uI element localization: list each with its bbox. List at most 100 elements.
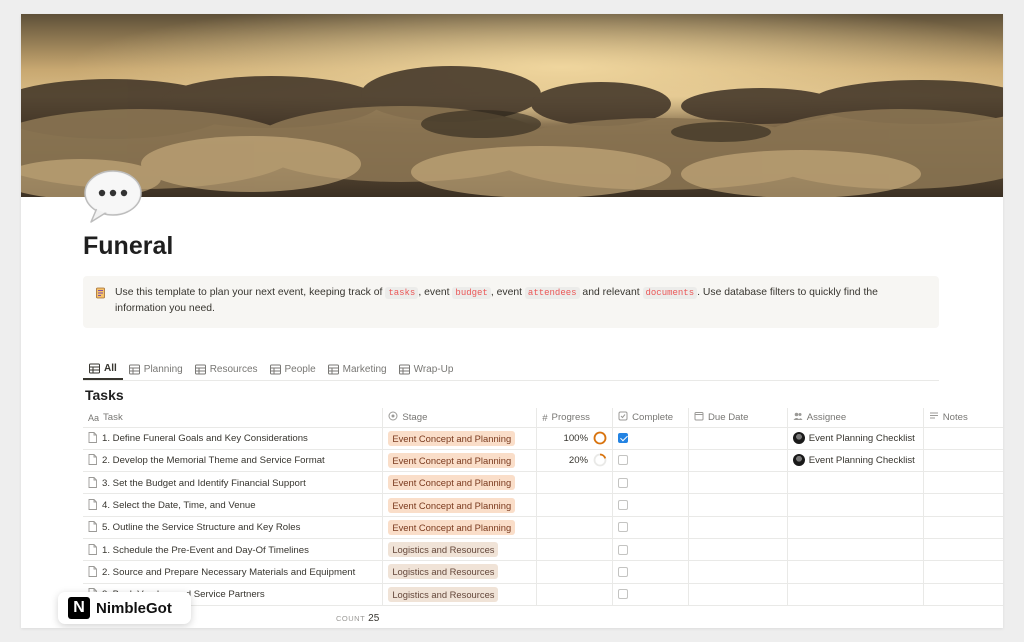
column-header-stage[interactable]: Stage [382,408,538,428]
column-header-task[interactable]: Aa Task [83,408,384,428]
column-header-complete[interactable]: Complete [612,408,689,428]
cell-assignee[interactable]: Event Planning Checklist [787,449,924,473]
page-facing-up-icon [95,287,107,299]
inline-code-attendees: attendees [524,287,580,299]
cell-task[interactable]: 1. Define Funeral Goals and Key Consider… [83,427,384,450]
cell-progress[interactable] [536,471,614,495]
cell-stage[interactable]: Event Concept and Planning [382,516,538,539]
complete-checkbox[interactable] [618,500,629,510]
tab-people[interactable]: People [264,358,322,380]
column-header-assignee[interactable]: Assignee [787,408,924,428]
inline-code-documents: documents [642,287,698,299]
cell-task[interactable]: 2. Develop the Memorial Theme and Servic… [83,449,384,473]
tab-marketing[interactable]: Marketing [322,358,393,380]
table-row[interactable]: 3. Book Vendors and Service Partners Log… [83,583,1003,606]
table-row[interactable]: 3. Set the Budget and Identify Financial… [83,471,1003,495]
cell-stage[interactable]: Event Concept and Planning [382,427,538,450]
table-icon [194,364,206,374]
assignee-name: Event Planning Checklist [808,454,915,466]
cell-assignee[interactable] [787,560,924,584]
cell-due-date[interactable] [688,516,788,539]
cell-due-date[interactable] [688,583,788,606]
table-row[interactable]: 1. Define Funeral Goals and Key Consider… [83,427,1003,450]
avatar [792,432,805,445]
tab-resources[interactable]: Resources [189,358,264,380]
progress-value: 100% [563,432,589,444]
number-icon: # [542,412,548,424]
cell-due-date[interactable] [688,493,788,517]
table-row[interactable]: 4. Select the Date, Time, and Venue Even… [83,493,1003,517]
complete-checkbox[interactable] [618,477,629,488]
callout-block[interactable]: Use this template to plan your next even… [83,276,939,328]
cell-progress[interactable] [536,516,614,539]
cell-progress[interactable]: 20% [536,449,614,473]
cell-due-date[interactable] [688,538,788,562]
cell-progress[interactable] [536,583,614,606]
cell-due-date[interactable] [688,427,788,450]
cell-assignee[interactable] [787,583,924,606]
cell-notes[interactable] [923,449,1003,473]
cell-task[interactable]: 2. Source and Prepare Necessary Material… [83,560,384,584]
cell-progress[interactable] [536,538,614,562]
assignee-name: Event Planning Checklist [808,432,915,444]
cell-assignee[interactable] [787,471,924,495]
column-header-notes[interactable]: Notes [923,408,1003,428]
cell-stage[interactable]: Event Concept and Planning [382,471,538,495]
cell-task[interactable]: 1. Schedule the Pre-Event and Day-Of Tim… [83,538,384,562]
cell-task[interactable]: 3. Set the Budget and Identify Financial… [83,471,384,495]
cover-image[interactable] [21,14,1003,197]
cell-stage[interactable]: Event Concept and Planning [382,449,538,473]
cell-notes[interactable] [923,427,1003,450]
cell-stage[interactable]: Logistics and Resources [382,560,538,584]
table-row[interactable]: 2. Develop the Memorial Theme and Servic… [83,449,1003,473]
cell-notes[interactable] [923,493,1003,517]
cell-task[interactable]: 5. Outline the Service Structure and Key… [83,516,384,539]
table-row[interactable]: 2. Source and Prepare Necessary Material… [83,560,1003,584]
speech-bubble-icon[interactable] [83,168,145,224]
cell-progress[interactable] [536,560,614,584]
complete-checkbox[interactable] [618,566,629,577]
status-icon [388,411,398,421]
task-title: 4. Select the Date, Time, and Venue [102,500,256,512]
tab-all[interactable]: All [83,358,123,380]
complete-checkbox[interactable] [618,544,629,555]
cell-assignee[interactable] [787,516,924,539]
cell-due-date[interactable] [688,471,788,495]
table-header-row: Aa Task Stage # Progress Complete Due Date… [83,408,1003,428]
cell-complete [612,449,689,473]
cell-notes[interactable] [923,516,1003,539]
cell-due-date[interactable] [688,449,788,473]
cell-stage[interactable]: Logistics and Resources [382,538,538,562]
column-header-due-date[interactable]: Due Date [688,408,788,428]
cell-stage[interactable]: Event Concept and Planning [382,493,538,517]
cell-task[interactable]: 4. Select the Date, Time, and Venue [83,493,384,517]
brand-name: NimbleGot [96,599,172,617]
people-icon [793,412,803,421]
complete-checkbox[interactable] [618,589,629,600]
complete-checkbox[interactable] [618,433,629,444]
cell-progress[interactable] [536,493,614,517]
cell-notes[interactable] [923,583,1003,606]
column-header-progress[interactable]: # Progress [536,408,614,428]
cell-notes[interactable] [923,560,1003,584]
table-row[interactable]: 1. Schedule the Pre-Event and Day-Of Tim… [83,538,1003,562]
cell-assignee[interactable] [787,538,924,562]
tab-planning[interactable]: Planning [123,358,189,380]
database-title[interactable]: Tasks [85,387,124,403]
count-footer[interactable]: COUNT 25 [336,613,379,624]
complete-checkbox[interactable] [618,455,629,466]
cell-notes[interactable] [923,538,1003,562]
cell-assignee[interactable] [787,493,924,517]
cell-stage[interactable]: Logistics and Resources [382,583,538,606]
document-icon [88,521,97,533]
view-tabs: All Planning Resources People Marketing … [83,358,459,380]
cell-progress[interactable]: 100% [536,427,614,450]
stage-tag: Event Concept and Planning [388,475,516,491]
cell-assignee[interactable]: Event Planning Checklist [787,427,924,450]
cell-notes[interactable] [923,471,1003,495]
table-row[interactable]: 5. Outline the Service Structure and Key… [83,516,1003,539]
complete-checkbox[interactable] [618,522,629,533]
cell-due-date[interactable] [688,560,788,584]
page-title[interactable]: Funeral [83,232,173,261]
tab-wrap-up[interactable]: Wrap-Up [393,358,460,380]
